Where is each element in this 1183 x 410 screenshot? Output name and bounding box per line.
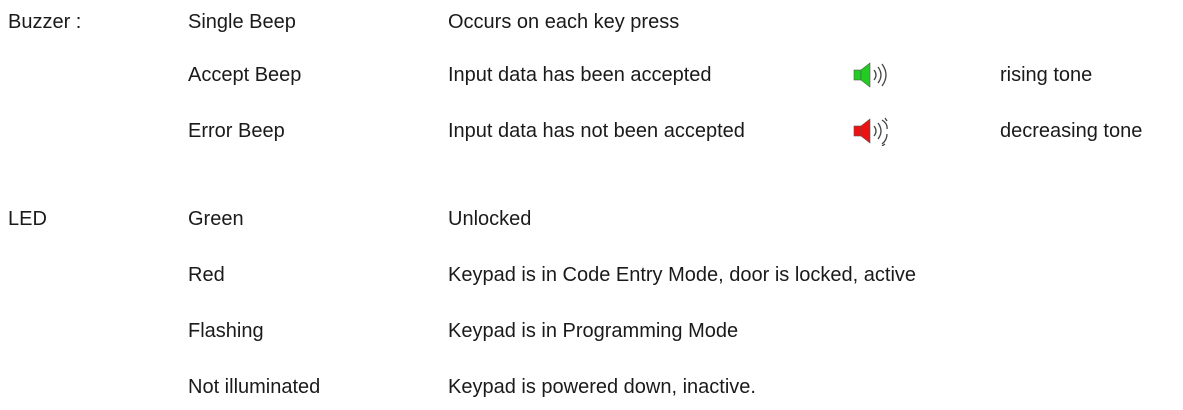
accept-beep-tone: rising tone <box>1000 64 1093 86</box>
error-beep-description: Input data has not been accepted <box>448 120 745 142</box>
led-green-label: Green <box>188 208 244 230</box>
led-red-description: Keypad is in Code Entry Mode, door is lo… <box>448 264 917 286</box>
single-beep-label: Single Beep <box>188 11 296 33</box>
red-speaker-icon <box>853 117 888 146</box>
accept-beep-description: Input data has been accepted <box>448 64 712 86</box>
single-beep-description: Occurs on each key press <box>448 11 680 33</box>
error-beep-label: Error Beep <box>188 120 285 142</box>
buzzer-heading: Buzzer : <box>8 11 82 33</box>
led-off-description: Keypad is powered down, inactive. <box>448 376 756 398</box>
led-red-label: Red <box>188 264 225 286</box>
led-off-label: Not illuminated <box>188 376 321 398</box>
signal-description-sheet: Buzzer : Single Beep Occurs on each key … <box>0 0 1183 410</box>
error-beep-tone: decreasing tone <box>1000 120 1143 142</box>
green-speaker-icon <box>853 62 887 88</box>
accept-beep-label: Accept Beep <box>188 64 302 86</box>
led-flashing-label: Flashing <box>188 320 264 342</box>
led-flashing-description: Keypad is in Programming Mode <box>448 320 739 342</box>
led-heading: LED <box>8 208 47 230</box>
led-green-description: Unlocked <box>448 208 532 230</box>
